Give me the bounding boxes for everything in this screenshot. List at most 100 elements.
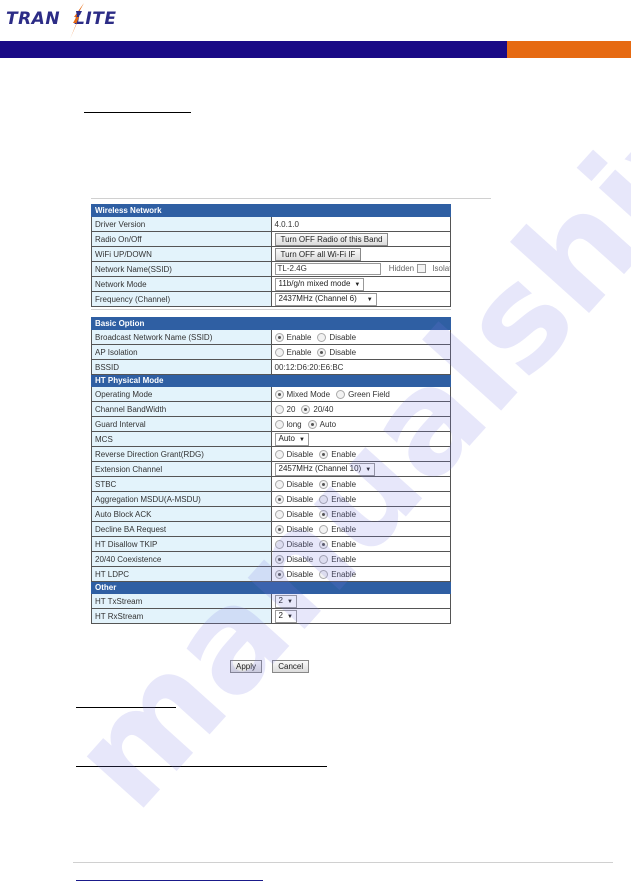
translite-logo: TRAN LITE — [6, 3, 146, 39]
radio-button[interactable] — [319, 449, 329, 459]
table-row: Guard Interval long Auto — [91, 416, 451, 432]
cancel-button[interactable]: Cancel — [272, 660, 310, 673]
radio-button[interactable] — [274, 494, 284, 504]
radio-button[interactable] — [319, 494, 329, 504]
extension-channel-select[interactable]: 2457MHz (Channel 10) ▼ — [274, 462, 376, 476]
amsdu-label: Aggregation MSDU(A-MSDU) — [91, 491, 272, 507]
radio-label: Disable — [286, 449, 314, 459]
stbc-label: STBC — [91, 476, 272, 492]
radio-button[interactable] — [317, 347, 327, 357]
table-row: Decline BA Request Disable Enable — [91, 521, 451, 537]
ap-isolation-label: AP Isolation — [91, 344, 272, 360]
radio-button[interactable] — [274, 554, 284, 564]
radio-button[interactable] — [274, 509, 284, 519]
rdg-radios: Disable Enable — [270, 446, 451, 462]
logo-text-left: TRAN — [6, 9, 61, 29]
ap-isolation-radios: Enable Disable — [270, 344, 451, 360]
bandwidth-radios: 20 20/40 — [270, 401, 451, 417]
footer-link[interactable] — [76, 880, 263, 881]
guard-interval-radios: long Auto — [270, 416, 451, 432]
divider — [91, 198, 491, 199]
chevron-down-icon: ▼ — [365, 466, 372, 473]
chevron-down-icon: ▼ — [354, 281, 361, 288]
rx-stream-select[interactable]: 2 ▼ — [274, 609, 297, 623]
radio-label: Disable — [286, 509, 314, 519]
table-row: MCS Auto ▼ — [91, 431, 451, 447]
extension-channel-label: Extension Channel — [91, 461, 272, 477]
mcs-label: MCS — [91, 431, 272, 447]
isolated-label: Isolated — [432, 264, 450, 273]
radio-button[interactable] — [274, 389, 284, 399]
chevron-down-icon: ▼ — [366, 296, 373, 303]
radio-button[interactable] — [274, 569, 284, 579]
radio-button[interactable] — [319, 554, 329, 564]
ssid-label: Network Name(SSID) — [91, 261, 272, 277]
radio-button[interactable] — [319, 569, 329, 579]
turn-off-radio-button[interactable]: Turn OFF Radio of this Band — [274, 232, 389, 246]
network-mode-label: Network Mode — [91, 276, 272, 292]
operating-mode-radios: Mixed Mode Green Field — [270, 386, 451, 402]
hidden-checkbox[interactable] — [417, 264, 427, 274]
radio-button[interactable] — [319, 539, 329, 549]
radio-button[interactable] — [274, 479, 284, 489]
bolt-icon — [70, 3, 84, 39]
radio-button[interactable] — [274, 347, 284, 357]
frequency-select[interactable]: 2437MHz (Channel 6) ▼ — [274, 292, 377, 306]
chevron-down-icon: ▼ — [286, 598, 293, 605]
radio-button[interactable] — [274, 524, 284, 534]
driver-version-value: 4.0.1.0 — [270, 216, 451, 232]
header-band — [0, 41, 507, 58]
radio-button[interactable] — [336, 389, 346, 399]
radio-button[interactable] — [319, 524, 329, 534]
radio-label: 20 — [286, 404, 296, 414]
ldpc-label: HT LDPC — [91, 566, 272, 582]
logo-text: TRAN LITE — [6, 9, 116, 29]
radio-label: Disable — [329, 332, 357, 342]
table-row: BSSID 00:12:D6:20:E6:BC — [91, 359, 451, 375]
section-heading-underline — [84, 112, 191, 113]
radio-button[interactable] — [274, 404, 284, 414]
chevron-down-icon: ▼ — [298, 436, 305, 443]
table-row: HT LDPC Disable Enable — [91, 566, 451, 582]
radio-button[interactable] — [274, 332, 284, 342]
table-row: Network Name(SSID) TL-2.4G Hidden Isolat… — [91, 261, 451, 277]
table-row: Operating Mode Mixed Mode Green Field — [91, 386, 451, 402]
radio-button[interactable] — [274, 539, 284, 549]
radio-button[interactable] — [319, 509, 329, 519]
rx-stream-label: HT RxStream — [91, 608, 272, 624]
apply-button[interactable]: Apply — [230, 660, 263, 673]
radio-label: Disable — [329, 347, 357, 357]
radio-label: Mixed Mode — [286, 389, 331, 399]
network-mode-value: 11b/g/n mixed mode — [278, 278, 351, 288]
table-row: Reverse Direction Grant(RDG) Disable Enab… — [91, 446, 451, 462]
decline-ba-label: Decline BA Request — [91, 521, 272, 537]
radio-label: Disable — [286, 524, 314, 534]
radio-button[interactable] — [317, 332, 327, 342]
radio-button[interactable] — [274, 449, 284, 459]
tx-stream-select[interactable]: 2 ▼ — [274, 594, 297, 608]
radio-button[interactable] — [307, 419, 317, 429]
rx-stream-value: 2 — [278, 610, 283, 620]
turn-off-wifi-button[interactable]: Turn OFF all Wi-Fi IF — [274, 247, 362, 261]
auto-block-ack-radios: Disable Enable — [270, 506, 451, 522]
auto-block-ack-label: Auto Block ACK — [91, 506, 272, 522]
table-row: Driver Version 4.0.1.0 — [91, 216, 451, 232]
radio-button[interactable] — [319, 479, 329, 489]
table-row: 20/40 Coexistence Disable Enable — [91, 551, 451, 567]
ssid-input[interactable]: TL-2.4G — [274, 263, 381, 275]
network-mode-select[interactable]: 11b/g/n mixed mode ▼ — [274, 277, 365, 291]
table-row: Extension Channel 2457MHz (Channel 10) ▼ — [91, 461, 451, 477]
coexistence-label: 20/40 Coexistence — [91, 551, 272, 567]
disallow-tkip-radios: Disable Enable — [270, 536, 451, 552]
table-row: Broadcast Network Name (SSID) Enable Disa… — [91, 329, 451, 345]
rdg-label: Reverse Direction Grant(RDG) — [91, 446, 272, 462]
radio-label: Disable — [286, 494, 314, 504]
mcs-value: Auto — [278, 433, 295, 443]
radio-label: Disable — [286, 539, 314, 549]
radio-button[interactable] — [301, 404, 311, 414]
bssid-value: 00:12:D6:20:E6:BC — [270, 359, 451, 375]
table-row: Radio On/Off Turn OFF Radio of this Band — [91, 231, 451, 247]
mcs-select[interactable]: Auto ▼ — [274, 432, 309, 446]
radio-button[interactable] — [274, 419, 284, 429]
bandwidth-label: Channel BandWidth — [91, 401, 272, 417]
